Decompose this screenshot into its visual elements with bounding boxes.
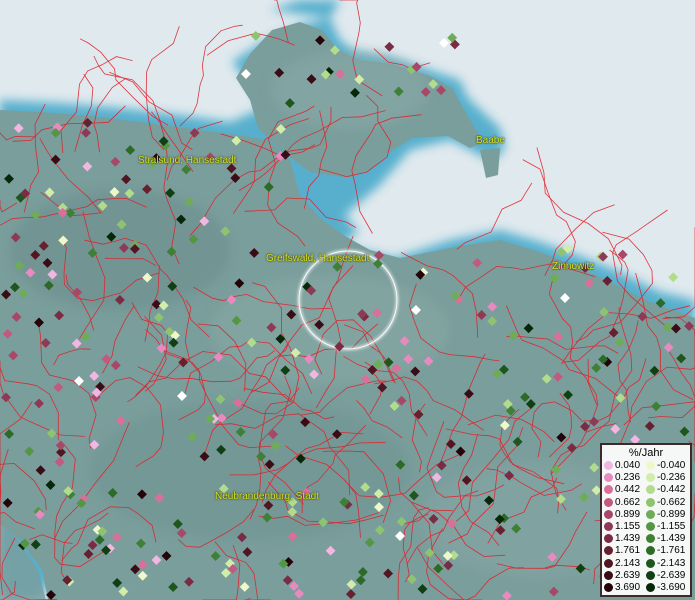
legend-swatch-negative (646, 583, 655, 592)
legend-swatch-negative (646, 570, 655, 580)
legend-title: %/Jahr (628, 447, 664, 459)
legend-swatch-negative (646, 473, 655, 483)
legend-value-negative: -0.662 (657, 496, 686, 508)
legend-swatch-positive (604, 485, 613, 495)
legend-row: 1.155 -1.155 (602, 521, 690, 532)
legend-swatch-positive (604, 473, 613, 483)
legend-value-positive: 1.761 (615, 545, 641, 557)
legend-swatch-negative (646, 546, 655, 556)
legend-swatch-positive (604, 583, 613, 592)
legend-value-negative: -0.899 (657, 508, 686, 520)
legend-value-negative: -2.639 (657, 569, 686, 581)
legend-swatch-negative (646, 485, 655, 495)
legend-value-positive: 1.155 (615, 521, 641, 532)
legend-swatch-positive (604, 497, 613, 507)
legend-row: 0.662 -0.662 (602, 497, 690, 508)
legend-row: 0.899 -0.899 (602, 509, 690, 520)
legend-value-negative: -1.761 (657, 545, 686, 557)
legend-swatch-positive (604, 534, 613, 544)
legend-value-positive: 0.040 (615, 460, 641, 471)
legend-value-positive: 2.639 (615, 569, 641, 581)
map-canvas[interactable] (0, 0, 695, 600)
legend-swatch-negative (646, 534, 655, 544)
legend-row: 0.442 -0.442 (602, 484, 690, 495)
legend-value-positive: 2.143 (615, 557, 641, 569)
legend: %/Jahr 0.040 -0.040 0.236 -0.236 0.442 -0.442… (600, 443, 692, 597)
legend-row: 3.690 -3.690 (602, 582, 690, 593)
legend-row: 0.236 -0.236 (602, 472, 690, 483)
legend-value-negative: -1.155 (657, 521, 686, 532)
legend-value-positive: 3.690 (615, 582, 641, 593)
legend-value-positive: 0.236 (615, 472, 641, 484)
legend-value-negative: -0.442 (657, 484, 686, 496)
legend-value-negative: -0.040 (657, 460, 686, 471)
legend-value-negative: -0.236 (657, 472, 686, 484)
legend-value-positive: 0.442 (615, 484, 641, 496)
map-view[interactable]: Stralsund, Hansestadt Baabe Greifswald, … (0, 0, 695, 600)
legend-swatch-positive (604, 522, 613, 531)
legend-value-negative: -3.690 (657, 582, 686, 593)
legend-swatch-negative (646, 522, 655, 531)
legend-swatch-positive (604, 461, 613, 470)
city-label-stralsund: Stralsund, Hansestadt (138, 155, 237, 166)
legend-value-negative: -2.143 (657, 557, 686, 569)
legend-swatch-negative (646, 461, 655, 470)
legend-value-positive: 0.899 (615, 508, 641, 520)
legend-swatch-negative (646, 558, 655, 568)
legend-row: 0.040 -0.040 (602, 460, 690, 471)
legend-swatch-positive (604, 558, 613, 568)
legend-value-positive: 0.662 (615, 496, 641, 508)
legend-row: 2.143 -2.143 (602, 558, 690, 569)
city-label-zinnowitz: Zinnowitz (552, 261, 595, 272)
city-label-greifswald: Greifswald, Hansestadt (266, 253, 370, 264)
legend-value-negative: -1.439 (657, 533, 686, 545)
legend-row: 1.439 -1.439 (602, 533, 690, 544)
city-label-baabe: Baabe (476, 135, 505, 146)
legend-swatch-positive (604, 546, 613, 556)
city-label-neubrandenburg: Neubrandenburg, Stadt (215, 491, 319, 502)
legend-swatch-negative (646, 509, 655, 519)
legend-swatch-positive (604, 509, 613, 519)
legend-value-positive: 1.439 (615, 533, 641, 545)
legend-swatch-negative (646, 497, 655, 507)
legend-row: 2.639 -2.639 (602, 570, 690, 581)
legend-row: 1.761 -1.761 (602, 545, 690, 556)
legend-swatch-positive (604, 570, 613, 580)
